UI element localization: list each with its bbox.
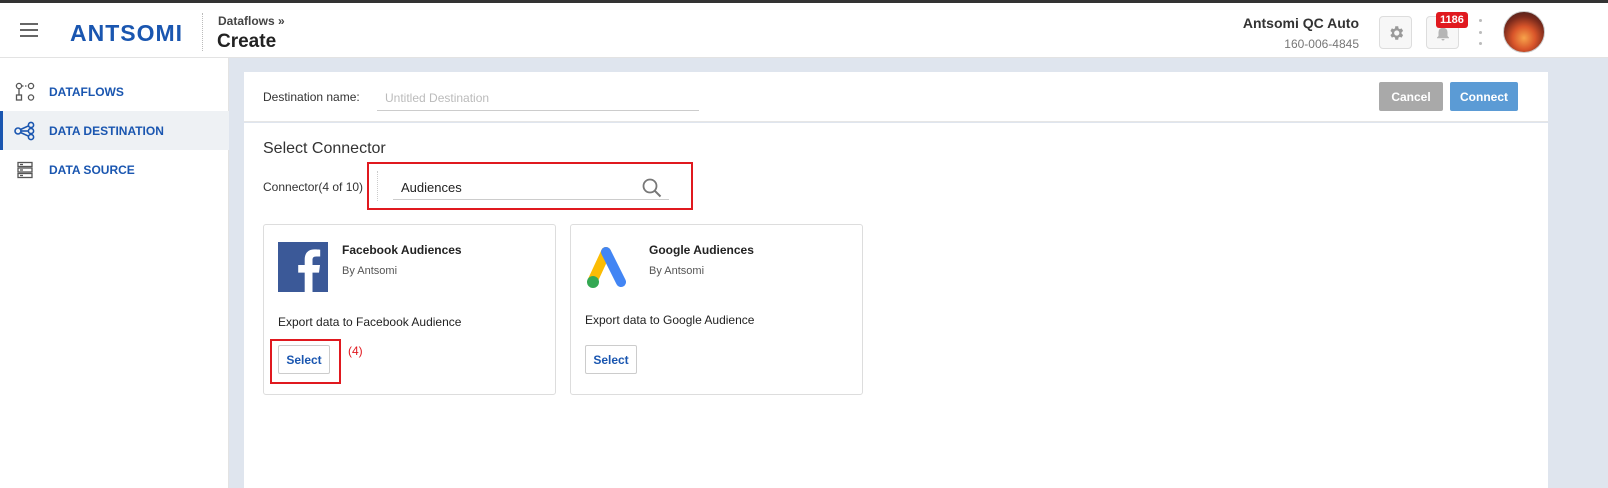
- connector-author: By Antsomi: [342, 265, 398, 277]
- breadcrumb[interactable]: Dataflows »: [218, 14, 285, 28]
- connector-card-google[interactable]: Google Audiences By Antsomi Export data …: [570, 224, 863, 395]
- sidebar-item-label: DATAFLOWS: [49, 84, 124, 99]
- server-icon: [14, 159, 36, 181]
- select-button[interactable]: Select: [278, 345, 330, 374]
- sidebar-item-label: DATA DESTINATION: [49, 123, 164, 138]
- connector-description: Export data to Facebook Audience: [278, 315, 462, 329]
- sidebar-item-data-source[interactable]: DATA SOURCE: [0, 150, 229, 189]
- section-title: Select Connector: [263, 140, 386, 157]
- page-title: Create: [217, 31, 277, 52]
- connector-panel: Select Connector Connector(4 of 10) Face…: [244, 123, 1548, 488]
- sidebar-item-label: DATA SOURCE: [49, 162, 135, 177]
- search-divider: [377, 171, 378, 201]
- google-ads-logo: [585, 242, 635, 292]
- avatar[interactable]: [1503, 11, 1545, 53]
- facebook-logo: [278, 242, 328, 292]
- sidebar-item-data-destination[interactable]: DATA DESTINATION: [0, 111, 229, 150]
- connector-description: Export data to Google Audience: [585, 313, 755, 327]
- antsomi-logo[interactable]: ANTSOMI: [70, 20, 183, 47]
- more-options-icon[interactable]: [1478, 19, 1482, 45]
- destination-bar: Destination name: Cancel Connect: [244, 72, 1548, 122]
- settings-button[interactable]: [1379, 16, 1412, 49]
- account-name[interactable]: Antsomi QC Auto: [1243, 15, 1359, 31]
- menu-icon[interactable]: [20, 23, 38, 37]
- dataflow-icon: [14, 81, 36, 103]
- connector-card-facebook[interactable]: Facebook Audiences By Antsomi Export dat…: [263, 224, 556, 395]
- step-annotation: (4): [348, 344, 363, 358]
- account-id: 160-006-4845: [1284, 37, 1359, 51]
- connector-count: Connector(4 of 10): [263, 180, 364, 194]
- sidebar-item-dataflows[interactable]: DATAFLOWS: [0, 72, 229, 111]
- destination-name-label: Destination name:: [263, 90, 360, 104]
- connector-author: By Antsomi: [649, 265, 705, 277]
- connector-name: Google Audiences: [649, 243, 754, 257]
- app-header: ANTSOMI Dataflows » Create Antsomi QC Au…: [0, 0, 1608, 58]
- destination-name-input[interactable]: [377, 85, 699, 111]
- notification-badge: 1186: [1436, 12, 1468, 28]
- cancel-button[interactable]: Cancel: [1379, 82, 1443, 111]
- search-icon[interactable]: [641, 177, 663, 199]
- connector-name: Facebook Audiences: [342, 243, 462, 257]
- share-nodes-icon: [14, 120, 36, 142]
- gear-icon: [1389, 25, 1403, 40]
- select-button[interactable]: Select: [585, 345, 637, 374]
- connector-search-input[interactable]: [393, 175, 669, 200]
- connect-button[interactable]: Connect: [1450, 82, 1518, 111]
- sidebar: DATAFLOWS DATA DESTINATION DATA SOURCE: [0, 58, 229, 488]
- header-divider: [202, 13, 203, 51]
